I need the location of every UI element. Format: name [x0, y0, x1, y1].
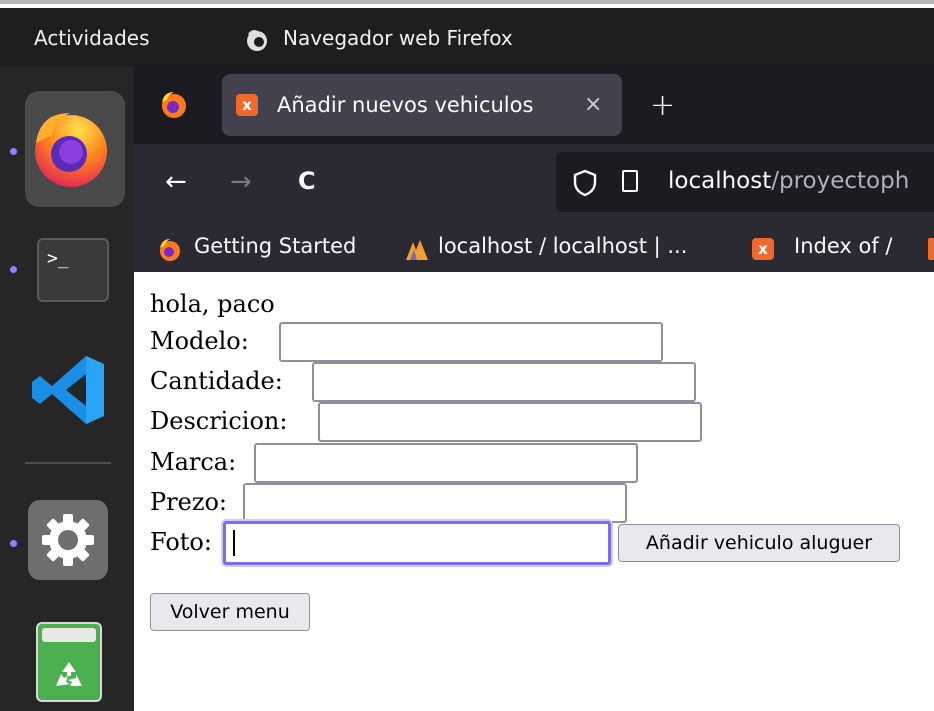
foto-label: Foto:	[150, 528, 212, 556]
firefox-bookmark-icon	[160, 239, 180, 261]
trash-lid	[42, 628, 96, 642]
tab-active[interactable]: x Añadir nuevos vehiculos ×	[222, 74, 622, 136]
reload-button[interactable]: C	[298, 167, 316, 195]
dock-vscode-icon[interactable]	[30, 352, 108, 428]
prezo-input[interactable]	[243, 483, 627, 523]
url-path: /proyectoph	[771, 168, 910, 194]
tab-close-icon[interactable]: ×	[584, 92, 602, 117]
firefox-app-icon	[247, 30, 267, 51]
xampp-bookmark-icon: x	[752, 238, 774, 260]
url-bar[interactable]: localhost/proyectoph	[556, 152, 934, 212]
running-indicator	[10, 148, 17, 155]
marca-input[interactable]	[254, 443, 638, 483]
dock-terminal-icon[interactable]: >_	[37, 238, 109, 302]
activities-button[interactable]: Actividades	[34, 26, 150, 50]
forward-button[interactable]: →	[230, 167, 252, 197]
add-vehicle-button[interactable]: Añadir vehiculo aluguer	[618, 524, 900, 562]
dock-separator	[25, 462, 111, 464]
top-strip	[0, 0, 934, 8]
dock-trash-icon[interactable]	[36, 622, 102, 702]
bookmark-getting-started[interactable]: Getting Started	[194, 234, 356, 258]
page-info-icon[interactable]	[622, 170, 638, 192]
back-menu-button[interactable]: Volver menu	[150, 593, 310, 631]
prezo-label: Prezo:	[150, 488, 228, 516]
cantidade-label: Cantidade:	[150, 367, 283, 395]
recycle-icon	[56, 662, 82, 686]
modelo-input[interactable]	[279, 322, 663, 362]
xampp-favicon-icon: x	[236, 94, 258, 116]
tab-title: Añadir nuevos vehiculos	[277, 93, 534, 117]
running-indicator	[10, 540, 17, 547]
dock-firefox-icon[interactable]	[30, 107, 112, 189]
bookmarks-bar: Getting Started localhost / localhost | …	[134, 224, 934, 272]
url-host: localhost	[668, 168, 772, 194]
text-caret	[233, 530, 235, 556]
dock-settings-icon[interactable]	[28, 500, 108, 580]
bookmark-overflow-icon	[928, 238, 934, 260]
running-indicator	[10, 266, 17, 273]
greeting-text: hola, paco	[150, 290, 275, 318]
bookmark-localhost[interactable]: localhost / localhost | ...	[438, 234, 687, 258]
firefox-view-icon[interactable]	[159, 90, 189, 120]
descricion-label: Descricion:	[150, 407, 288, 435]
back-button[interactable]: ←	[165, 167, 187, 197]
phpmyadmin-bookmark-icon	[406, 240, 428, 260]
bookmark-index-of[interactable]: Index of /	[794, 234, 892, 258]
url-text[interactable]: localhost/proyectoph	[668, 168, 909, 194]
foto-input[interactable]	[223, 521, 611, 565]
marca-label: Marca:	[150, 448, 237, 476]
strip-line	[0, 0, 934, 4]
cantidade-input[interactable]	[312, 362, 696, 402]
modelo-label: Modelo:	[150, 327, 249, 355]
gear-icon	[42, 514, 94, 566]
descricion-input[interactable]	[318, 402, 702, 442]
shield-icon[interactable]	[572, 169, 598, 197]
app-title: Navegador web Firefox	[283, 26, 513, 50]
new-tab-button[interactable]: +	[650, 88, 675, 123]
system-top-bar: Actividades Navegador web Firefox	[0, 8, 934, 66]
